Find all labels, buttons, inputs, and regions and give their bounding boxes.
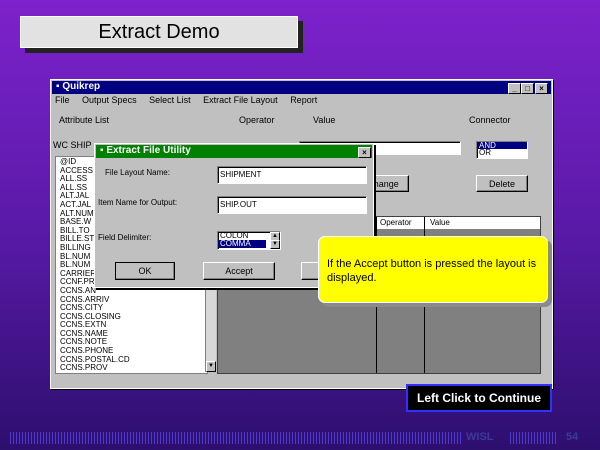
- attribute-list-header: Attribute List: [59, 115, 110, 125]
- item-name-label: Item Name for Output:: [98, 198, 178, 207]
- operator-header: Operator: [239, 115, 275, 125]
- ok-button[interactable]: OK: [115, 262, 175, 280]
- scroll-down-icon[interactable]: ▼: [206, 361, 216, 372]
- menu-report[interactable]: Report: [290, 95, 317, 105]
- connector-header: Connector: [469, 115, 511, 125]
- dialog-title: Extract File Utility: [106, 145, 191, 156]
- menu-extract-file-layout[interactable]: Extract File Layout: [203, 95, 278, 105]
- connector-list[interactable]: AND OR: [476, 141, 528, 159]
- connector-option-or[interactable]: OR: [477, 149, 527, 157]
- value-header: Value: [313, 115, 336, 125]
- accept-button[interactable]: Accept: [203, 262, 275, 280]
- grid-operator-header: Operator: [380, 218, 412, 227]
- file-layout-name-label: File Layout Name:: [105, 168, 170, 177]
- maximize-icon[interactable]: □: [521, 83, 534, 94]
- window-titlebar: ▪ Quikrep _ □ ×: [52, 81, 551, 94]
- continue-button[interactable]: Left Click to Continue: [406, 384, 552, 412]
- menu-select-list[interactable]: Select List: [149, 95, 191, 105]
- item-name-input[interactable]: SHIP.OUT: [217, 196, 367, 214]
- delimiter-scroll-down-icon[interactable]: ▼: [270, 240, 280, 249]
- delimiter-option-comma[interactable]: COMMA: [218, 240, 266, 248]
- close-icon[interactable]: ×: [535, 83, 548, 94]
- delete-button[interactable]: Delete: [476, 175, 528, 192]
- footer-brand: WISL: [466, 431, 494, 443]
- file-layout-name-input[interactable]: SHIPMENT: [217, 166, 367, 184]
- list-item[interactable]: CCNS.ZIP.CD: [58, 372, 207, 373]
- menu-bar: File Output Specs Select List Extract Fi…: [55, 95, 327, 107]
- window-title: Quikrep: [62, 81, 101, 92]
- footer-barcode-left: [10, 432, 462, 444]
- footer-barcode-right: [510, 432, 558, 444]
- dialog-titlebar: ▪ Extract File Utility ×: [96, 145, 372, 158]
- field-delimiter-label: Field Delimiter:: [98, 233, 152, 242]
- menu-file[interactable]: File: [55, 95, 70, 105]
- slide-title: Extract Demo: [20, 16, 298, 48]
- page-number: 54: [566, 431, 579, 443]
- menu-output-specs[interactable]: Output Specs: [82, 95, 137, 105]
- field-delimiter-list[interactable]: COLON COMMA ▲ ▼: [217, 231, 281, 250]
- minimize-icon[interactable]: _: [508, 83, 521, 94]
- callout-note: If the Accept button is pressed the layo…: [318, 236, 548, 303]
- attribute-field-label: WC SHIP: [53, 140, 92, 150]
- slide-footer: WISL 54: [10, 430, 590, 446]
- grid-value-header: Value: [430, 218, 450, 227]
- dialog-close-icon[interactable]: ×: [358, 147, 371, 158]
